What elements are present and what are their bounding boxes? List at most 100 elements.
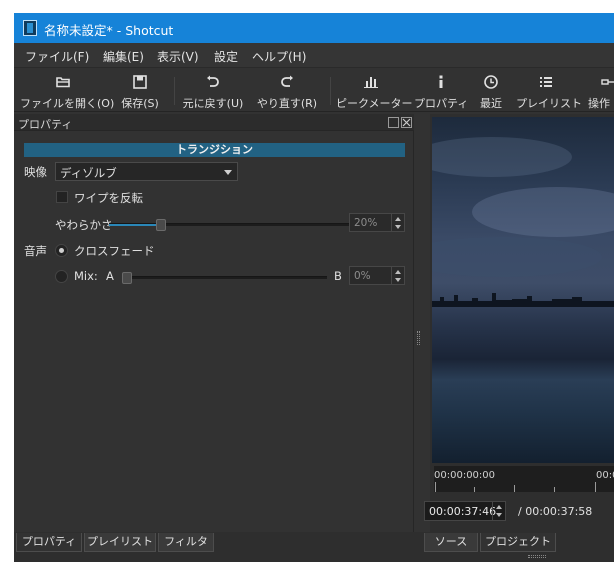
playlist-button[interactable]: プレイリスト bbox=[516, 71, 582, 111]
ruler-tick bbox=[554, 487, 555, 492]
menu-help[interactable]: ヘルプ(H) bbox=[252, 48, 306, 65]
timeline-ruler[interactable]: 00:00:00:00 00:0 bbox=[434, 466, 614, 492]
menu-settings[interactable]: 設定 bbox=[214, 48, 238, 65]
redo-button[interactable]: やり直す(R) bbox=[256, 71, 318, 111]
resize-grip[interactable] bbox=[528, 555, 546, 558]
save-label: 保存(S) bbox=[121, 97, 159, 110]
sky-cloud bbox=[472, 187, 614, 237]
ruler-tick bbox=[514, 485, 515, 492]
mix-label: Mix: bbox=[74, 269, 98, 283]
undo-icon bbox=[207, 75, 219, 87]
save-disk-icon bbox=[133, 75, 147, 89]
operations-button[interactable]: 操作 bbox=[586, 71, 614, 111]
peak-meter-button[interactable]: ピークメーター bbox=[336, 71, 413, 111]
chevron-down-icon bbox=[224, 170, 232, 175]
mix-a-label: A bbox=[106, 269, 114, 283]
info-icon bbox=[439, 75, 443, 88]
mix-radio[interactable] bbox=[55, 270, 68, 283]
toolbar-separator bbox=[330, 77, 331, 105]
softness-slider-fill bbox=[109, 224, 161, 226]
operations-icon bbox=[601, 79, 614, 85]
menu-file[interactable]: ファイル(F) bbox=[25, 48, 89, 65]
title-bar[interactable]: 名称未設定* - Shotcut bbox=[14, 13, 614, 43]
time-spin-buttons[interactable] bbox=[492, 502, 505, 520]
mix-slider[interactable] bbox=[122, 272, 327, 284]
window-title: 名称未設定* - Shotcut bbox=[44, 23, 174, 38]
close-dock-icon[interactable] bbox=[401, 117, 412, 128]
undo-button[interactable]: 元に戻す(U) bbox=[180, 71, 246, 111]
properties-dock-header[interactable]: プロパティ bbox=[14, 114, 414, 131]
mix-spinbox[interactable]: 0% bbox=[349, 266, 405, 285]
spin-up-icon[interactable] bbox=[395, 270, 401, 274]
list-icon bbox=[540, 77, 552, 87]
current-time-field[interactable]: 00:00:37:46 bbox=[424, 501, 506, 521]
spin-down-icon[interactable] bbox=[496, 513, 502, 517]
crossfade-radio[interactable] bbox=[55, 244, 68, 257]
mix-slider-handle[interactable] bbox=[122, 272, 132, 284]
video-transition-value: ディゾルブ bbox=[60, 166, 117, 180]
softness-label: やわらかさ bbox=[55, 218, 113, 232]
softness-slider[interactable] bbox=[109, 219, 353, 231]
menu-edit[interactable]: 編集(E) bbox=[103, 48, 144, 65]
video-preview[interactable] bbox=[432, 117, 614, 463]
spin-down-icon[interactable] bbox=[395, 278, 401, 282]
crossfade-label: クロスフェード bbox=[74, 244, 155, 258]
menu-view[interactable]: 表示(V) bbox=[157, 48, 199, 65]
tab-properties[interactable]: プロパティ bbox=[16, 533, 82, 552]
softness-slider-handle[interactable] bbox=[156, 219, 166, 231]
toolbar-separator bbox=[174, 77, 175, 105]
folder-open-icon bbox=[56, 77, 70, 88]
mix-b-label: B bbox=[334, 269, 342, 283]
undo-label: 元に戻す(U) bbox=[182, 97, 244, 110]
tab-source[interactable]: ソース bbox=[424, 533, 478, 552]
ruler-next-label: 00:0 bbox=[596, 470, 614, 481]
float-dock-icon[interactable] bbox=[388, 117, 399, 128]
open-file-button[interactable]: ファイルを開く(O) bbox=[20, 71, 115, 111]
sky-cloud bbox=[432, 137, 572, 177]
peak-meter-icon bbox=[364, 77, 378, 88]
open-file-label: ファイルを開く(O) bbox=[20, 97, 115, 110]
recent-button[interactable]: 最近 bbox=[476, 71, 506, 111]
transition-banner: トランジション bbox=[24, 143, 405, 157]
video-label: 映像 bbox=[24, 165, 47, 179]
ruler-tick bbox=[595, 482, 596, 492]
shotcut-app-icon bbox=[23, 20, 37, 36]
tab-playlist[interactable]: プレイリスト bbox=[84, 533, 156, 552]
properties-button[interactable]: プロパティ bbox=[414, 71, 468, 111]
wipe-reverse-checkbox[interactable] bbox=[56, 191, 68, 203]
left-dock-tabs: プロパティ プレイリスト フィルタ bbox=[14, 532, 424, 562]
clock-icon bbox=[484, 75, 498, 89]
recent-label: 最近 bbox=[480, 97, 502, 110]
mix-spin-buttons[interactable] bbox=[391, 267, 404, 284]
video-transition-select[interactable]: ディゾルブ bbox=[55, 162, 238, 181]
mix-value: 0% bbox=[354, 270, 371, 282]
spin-up-icon[interactable] bbox=[496, 505, 502, 509]
save-button[interactable]: 保存(S) bbox=[116, 71, 164, 111]
spin-up-icon[interactable] bbox=[395, 217, 401, 221]
total-duration: / 00:00:37:58 bbox=[518, 505, 593, 518]
softness-value: 20% bbox=[354, 217, 378, 229]
tab-project[interactable]: プロジェクト bbox=[480, 533, 556, 552]
peak-meter-label: ピークメーター bbox=[336, 97, 413, 110]
panel-splitter-handle[interactable] bbox=[417, 331, 420, 345]
softness-spin-buttons[interactable] bbox=[391, 214, 404, 231]
audio-label: 音声 bbox=[24, 244, 47, 258]
ruler-start-label: 00:00:00:00 bbox=[434, 470, 496, 481]
tab-filters[interactable]: フィルタ bbox=[158, 533, 214, 552]
close-icon bbox=[402, 118, 411, 127]
player-panel: 00:00:00:00 00:0 00:00:37:46 / 00:00:37:… bbox=[424, 114, 614, 532]
current-time-value: 00:00:37:46 bbox=[429, 505, 497, 518]
redo-icon bbox=[281, 75, 293, 87]
operations-label: 操作 bbox=[588, 97, 610, 110]
menu-bar: ファイル(F) 編集(E) 表示(V) 設定 ヘルプ(H) bbox=[14, 43, 614, 68]
properties-dock: プロパティ トランジション 映像 ディゾルブ ワイプを反転 やわらかさ 20% bbox=[14, 114, 414, 532]
wipe-reverse-label: ワイプを反転 bbox=[74, 191, 143, 205]
app-window: 名称未設定* - Shotcut ファイル(F) 編集(E) 表示(V) 設定 … bbox=[14, 13, 614, 562]
softness-spinbox[interactable]: 20% bbox=[349, 213, 405, 232]
sky-cloud bbox=[432, 237, 602, 277]
ruler-tick bbox=[435, 482, 436, 492]
playlist-label: プレイリスト bbox=[516, 97, 582, 110]
right-dock-tabs: ソース プロジェクト bbox=[424, 532, 614, 562]
spin-down-icon[interactable] bbox=[395, 225, 401, 229]
redo-label: やり直す(R) bbox=[256, 97, 318, 110]
